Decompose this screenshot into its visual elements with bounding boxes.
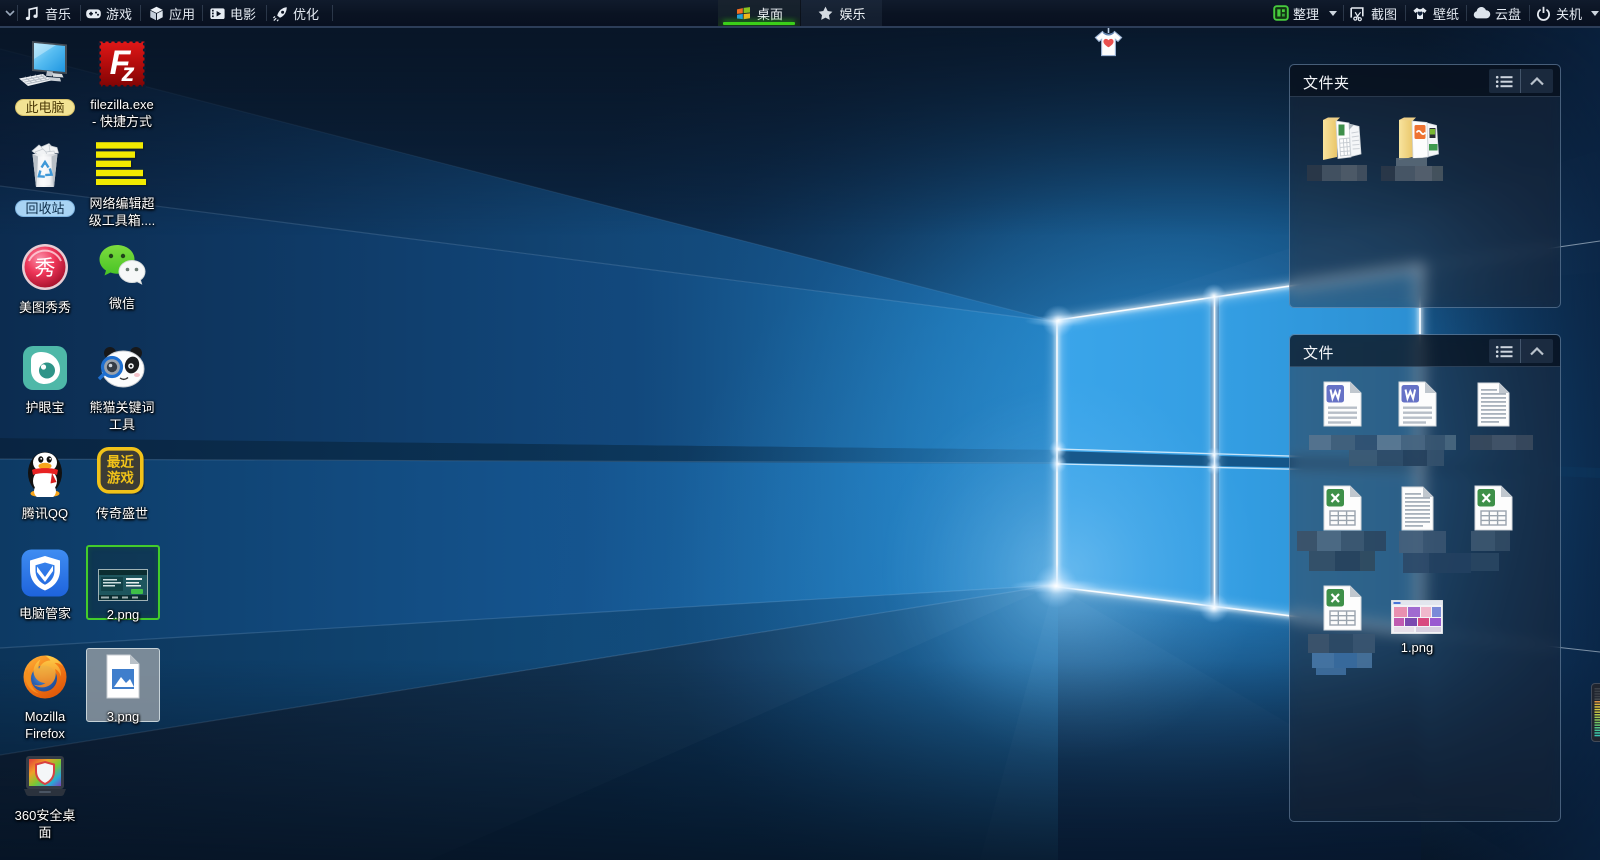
svg-text:秀: 秀 (35, 252, 56, 282)
svg-text:游戏: 游戏 (107, 467, 134, 487)
svg-text:z: z (121, 57, 135, 87)
